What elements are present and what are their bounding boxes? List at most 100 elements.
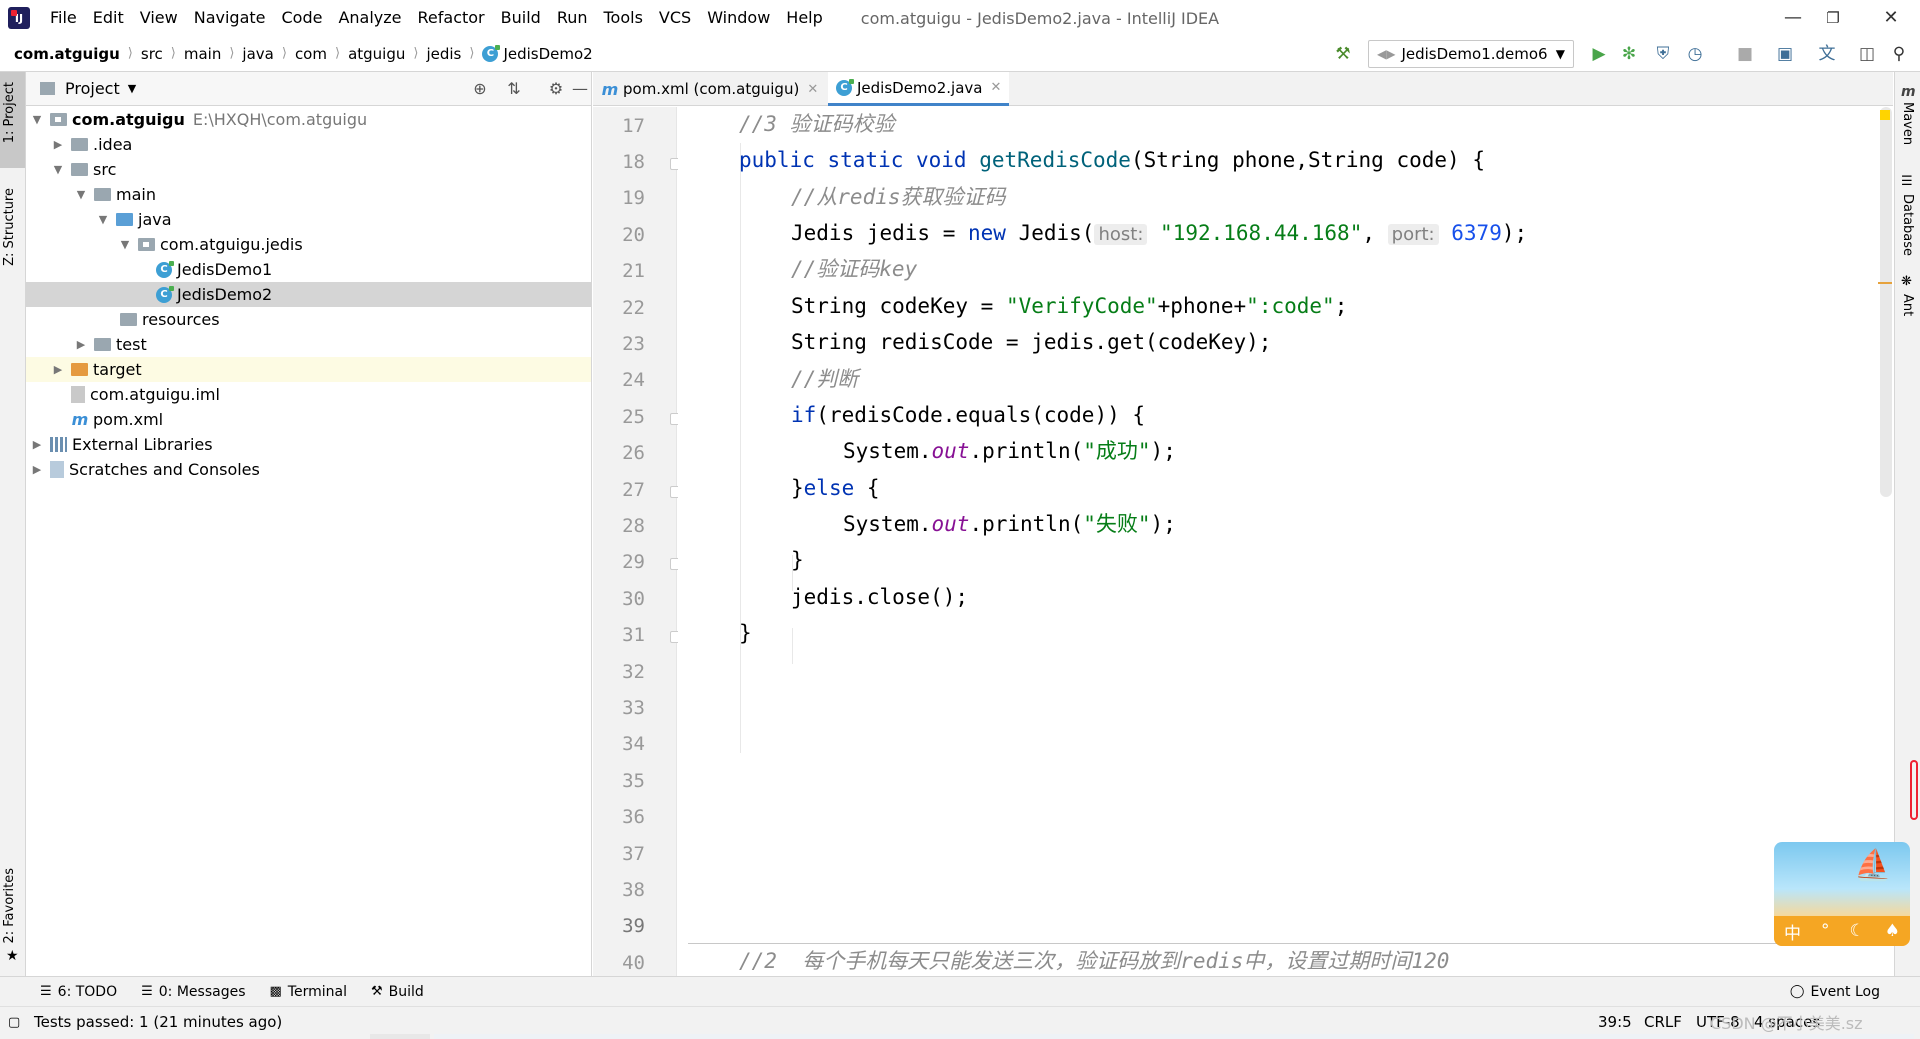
tool-tab-maven[interactable]: Maven [1900, 102, 1915, 145]
expanded-icon[interactable]: ▼ [51, 163, 65, 176]
restore-icon[interactable]: ❐ [1810, 0, 1856, 36]
project-panel-title[interactable]: Project [65, 79, 120, 98]
menu-navigate[interactable]: Navigate [186, 0, 274, 36]
tree-item-scratches[interactable]: ▶ Scratches and Consoles [26, 457, 591, 482]
code-line-21: //验证码key [791, 251, 917, 287]
tree-item-project-root[interactable]: ▼ com.atguigu E:\HXQH\com.atguigu [26, 107, 591, 132]
code: String redisCode = jedis.get(codeKey); [791, 330, 1272, 354]
tree-item-test[interactable]: ▶ test [26, 332, 591, 357]
error-stripe-marker[interactable] [1878, 282, 1892, 284]
tool-tab-project[interactable]: 1: Project [2, 82, 17, 143]
breadcrumb-atguigu[interactable]: atguigu [348, 45, 405, 63]
menu-edit[interactable]: Edit [85, 0, 132, 36]
menu-build[interactable]: Build [493, 0, 549, 36]
collapse-all-icon[interactable]: ⇅ [500, 72, 528, 106]
tree-item-idea[interactable]: ▶ .idea [26, 132, 591, 157]
editor-gutter: 17 18 19 20 21 22 23 24 25 26 27 28 29 3… [593, 107, 677, 976]
translate-icon[interactable]: 文 [1812, 38, 1842, 70]
breadcrumb-src[interactable]: src [141, 45, 163, 63]
tree-item-jedisdemo2-selected[interactable]: C JedisDemo2 [26, 282, 591, 307]
tab-jedisdemo2[interactable]: C JedisDemo2.java ✕ [828, 72, 1010, 106]
collapsed-icon[interactable]: ▶ [30, 438, 44, 451]
collapsed-icon[interactable]: ▶ [30, 463, 44, 476]
tree-item-main[interactable]: ▼ main [26, 182, 591, 207]
expanded-icon[interactable]: ▼ [118, 238, 132, 251]
project-structure-icon[interactable]: ▣ [1770, 38, 1800, 70]
search-icon[interactable]: ⚲ [1884, 38, 1914, 70]
breadcrumb-project[interactable]: com.atguigu [14, 45, 120, 63]
menu-code[interactable]: Code [274, 0, 331, 36]
status-toggle-icon[interactable]: ▢ [8, 1006, 20, 1039]
tree-item-external-libraries[interactable]: ▶ External Libraries [26, 432, 591, 457]
menu-analyze[interactable]: Analyze [330, 0, 409, 36]
tool-tab-ant[interactable]: Ant [1900, 294, 1915, 316]
menu-file[interactable]: File [42, 0, 85, 36]
breadcrumb: com.atguigu ⟩ src ⟩ main ⟩ java ⟩ com ⟩ … [0, 44, 593, 63]
collapsed-icon[interactable]: ▶ [51, 138, 65, 151]
run-configuration-select[interactable]: ◀▶ JedisDemo1.demo6 ▼ [1368, 40, 1574, 68]
tool-todo[interactable]: ☰ 6: TODO [40, 984, 117, 1000]
tool-tab-database[interactable]: Database [1900, 194, 1915, 256]
run-icon[interactable]: ▶ [1584, 38, 1614, 70]
tree-item-pom[interactable]: m pom.xml [26, 407, 591, 432]
tool-terminal[interactable]: ▩ Terminal [270, 984, 347, 1000]
folder-icon [40, 82, 55, 95]
menu-view[interactable]: View [132, 0, 186, 36]
menu-run[interactable]: Run [549, 0, 596, 36]
tree-item-java[interactable]: ▼ java [26, 207, 591, 232]
tool-tab-favorites[interactable]: 2: Favorites [2, 868, 17, 944]
ime-chinese-mode[interactable]: 中 [1784, 919, 1801, 944]
debug-icon[interactable]: ✻ [1614, 38, 1644, 70]
breadcrumb-main[interactable]: main [184, 45, 221, 63]
bottom-tool-bar: ☰ 6: TODO ☰ 0: Messages ▩ Terminal ⚒ Build ◯… [0, 976, 1920, 1006]
breadcrumb-jedis[interactable]: jedis [426, 45, 461, 63]
shirt-icon[interactable]: ♠ [1885, 921, 1900, 941]
close-tab-icon[interactable]: ✕ [807, 82, 818, 97]
code-line-25: if(redisCode.equals(code)) { [791, 397, 1145, 433]
coverage-icon[interactable]: ⛨ [1648, 38, 1678, 70]
menu-tools[interactable]: Tools [596, 0, 651, 36]
tree-item-jedisdemo1[interactable]: C JedisDemo1 [26, 257, 591, 282]
project-panel: Project ▼ ⊕ ⇅ ⚙ — ▼ com.atguigu E:\HXQH\… [26, 72, 592, 976]
menu-help[interactable]: Help [778, 0, 830, 36]
tool-messages[interactable]: ☰ 0: Messages [141, 984, 245, 1000]
expanded-icon[interactable]: ▼ [74, 188, 88, 201]
tool-build[interactable]: ⚒ Build [371, 984, 424, 1000]
close-tab-icon[interactable]: ✕ [990, 80, 1001, 95]
moon-icon[interactable]: ☾ [1850, 921, 1865, 941]
tool-event-log[interactable]: ◯ Event Log [1790, 984, 1880, 1000]
stop-icon[interactable]: ■ [1730, 38, 1760, 70]
collapsed-icon[interactable]: ▶ [51, 363, 65, 376]
ime-punctuation[interactable]: ° [1821, 921, 1830, 941]
tree-item-target[interactable]: ▶ target [26, 357, 591, 382]
menu-window[interactable]: Window [699, 0, 778, 36]
close-icon[interactable]: ✕ [1868, 0, 1914, 36]
tree-item-iml[interactable]: com.atguigu.iml [26, 382, 591, 407]
build-hammer-icon[interactable]: ⚒ [1328, 38, 1358, 70]
tree-item-package[interactable]: ▼ com.atguigu.jedis [26, 232, 591, 257]
tool-tab-structure[interactable]: Z: Structure [2, 188, 17, 266]
maven-icon: m [1901, 84, 1916, 100]
layout-icon[interactable]: ◫ [1852, 38, 1882, 70]
collapsed-icon[interactable]: ▶ [74, 338, 88, 351]
string: "VerifyCode" [1005, 294, 1158, 318]
ime-floating-widget[interactable]: ⛵ 中 ° ☾ ♠ [1774, 842, 1910, 946]
hide-icon[interactable]: — [566, 72, 594, 106]
expanded-icon[interactable]: ▼ [96, 213, 110, 226]
menu-vcs[interactable]: VCS [651, 0, 699, 36]
profile-icon[interactable]: ◷ [1680, 38, 1710, 70]
expanded-icon[interactable]: ▼ [30, 113, 44, 126]
status-message[interactable]: Tests passed: 1 (21 minutes ago) [34, 1006, 282, 1039]
locate-icon[interactable]: ⊕ [466, 72, 494, 106]
editor-scrollbar[interactable] [1880, 107, 1892, 497]
breadcrumb-class[interactable]: JedisDemo2 [503, 45, 592, 63]
tree-item-src[interactable]: ▼ src [26, 157, 591, 182]
warning-marker-icon[interactable] [1880, 110, 1890, 120]
tab-pom-xml[interactable]: m pom.xml (com.atguigu) ✕ [593, 72, 826, 106]
menu-refactor[interactable]: Refactor [410, 0, 493, 36]
breadcrumb-java[interactable]: java [242, 45, 273, 63]
chevron-down-icon[interactable]: ▼ [128, 82, 136, 95]
breadcrumb-com[interactable]: com [295, 45, 327, 63]
code-editor[interactable]: //3 验证码校验 public static void getRedisCod… [678, 107, 1894, 976]
tree-item-resources[interactable]: resources [26, 307, 591, 332]
